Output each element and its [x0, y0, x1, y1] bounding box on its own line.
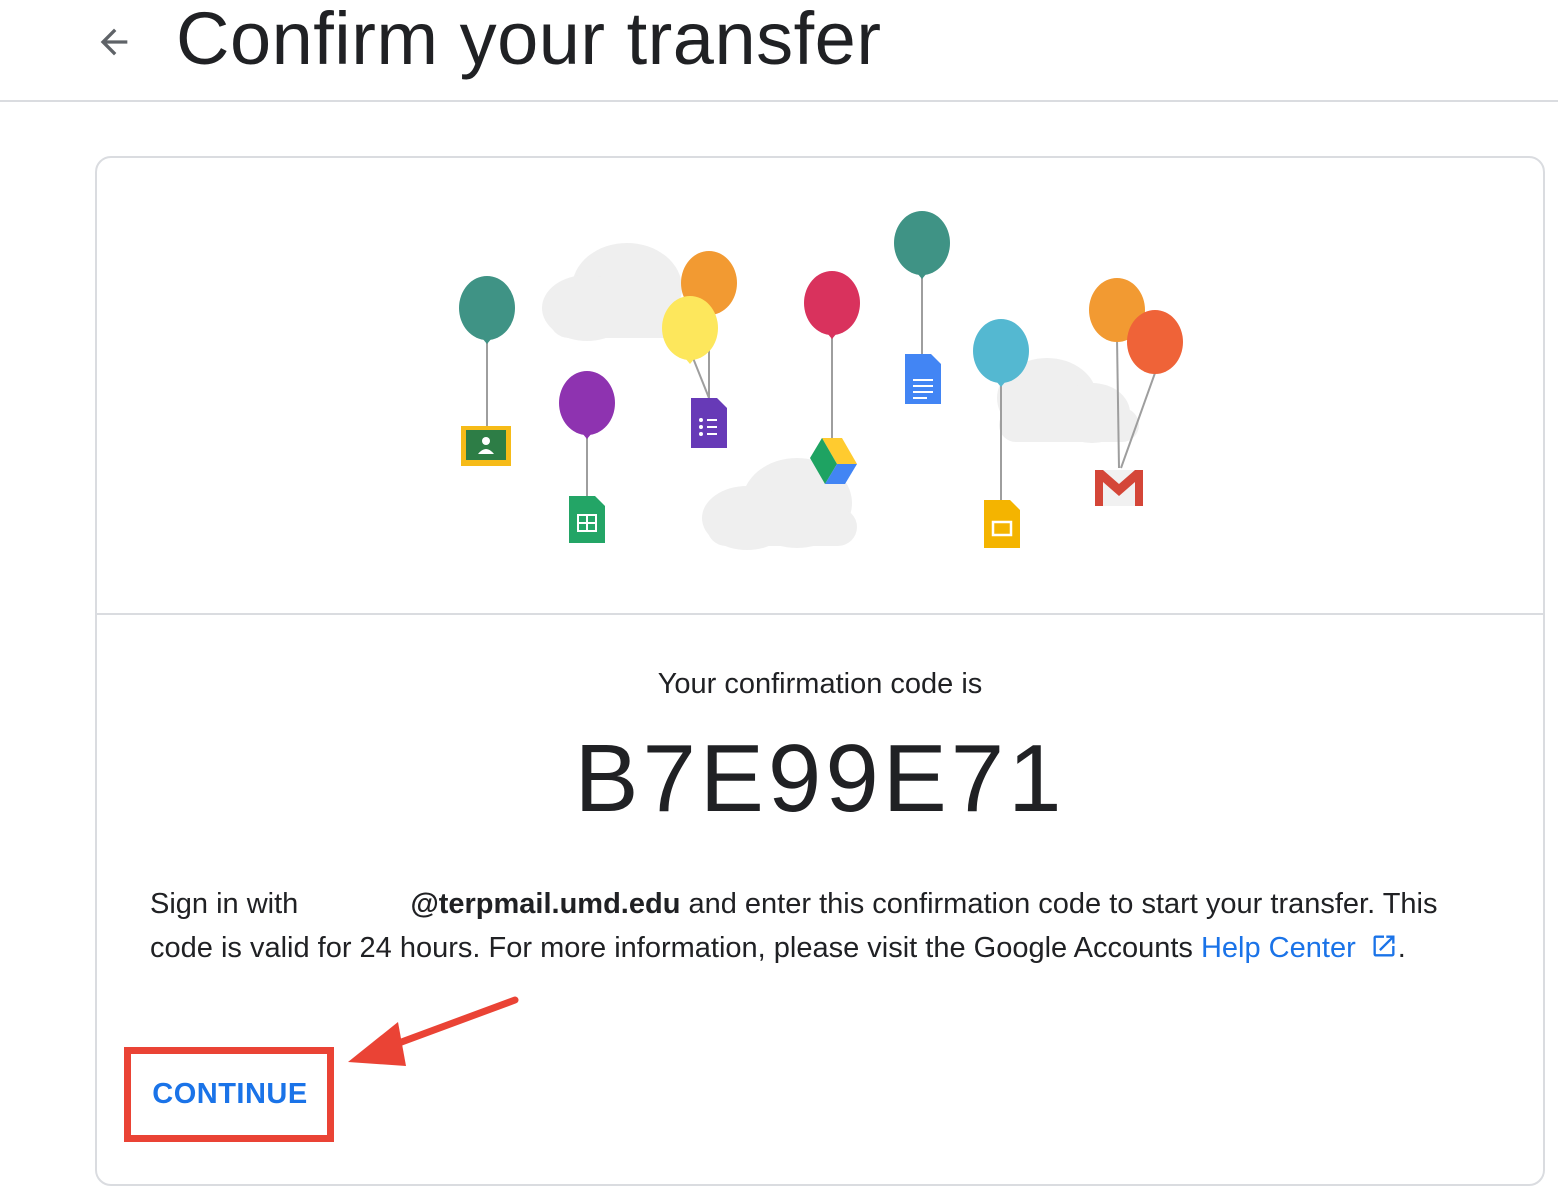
page-title: Confirm your transfer [176, 0, 882, 80]
help-center-link[interactable]: Help Center [1201, 932, 1398, 964]
instructions-text: Sign in with @terpmail.umd.edu and enter… [150, 882, 1490, 973]
gmail-icon [1095, 470, 1143, 506]
balloon-purple [559, 371, 615, 439]
balloon-teal [459, 276, 515, 344]
classroom-icon [461, 426, 511, 466]
back-button[interactable] [88, 18, 140, 70]
open-in-new-icon [1370, 929, 1398, 973]
confirmation-code-label: Your confirmation code is [657, 668, 983, 700]
help-center-link-text: Help Center [1200, 932, 1356, 964]
confirmation-code: B7E99E71 [574, 725, 1066, 832]
docs-icon [905, 354, 941, 404]
email-domain: @terpmail.umd.edu [410, 888, 681, 920]
balloon-pink [804, 271, 860, 339]
instructions-suffix: . [1397, 932, 1406, 964]
balloons-illustration [97, 158, 1543, 615]
sheets-icon [569, 496, 605, 543]
forms-icon [691, 398, 727, 448]
slides-icon [984, 500, 1020, 548]
balloon-teal-2 [894, 211, 950, 279]
confirmation-card: Your confirmation code is B7E99E71 Sign … [95, 156, 1545, 1186]
continue-button[interactable]: CONTINUE [130, 1052, 330, 1136]
balloon-red-orange [1127, 310, 1183, 374]
page-header: Confirm your transfer [0, 0, 1558, 102]
arrow-back-icon [94, 22, 134, 67]
instructions-prefix: Sign in with [150, 888, 299, 920]
